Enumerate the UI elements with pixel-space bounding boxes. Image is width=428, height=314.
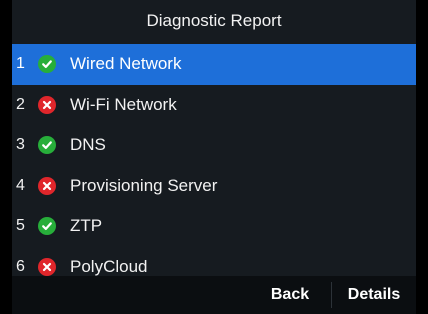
- item-label: Provisioning Server: [70, 175, 218, 195]
- list-item-dns[interactable]: 3 DNS: [12, 125, 416, 166]
- diagnostic-list: 1 Wired Network 2 Wi-Fi Network 3 DNS 4 …: [12, 44, 416, 287]
- screen-frame: Diagnostic Report 1 Wired Network 2 Wi-F…: [12, 0, 416, 314]
- x-circle-icon: [38, 95, 56, 114]
- list-item-wifi-network[interactable]: 2 Wi-Fi Network: [12, 85, 416, 126]
- back-button[interactable]: Back: [249, 276, 331, 314]
- item-label: ZTP: [70, 216, 103, 236]
- item-number: 1: [16, 55, 25, 73]
- x-circle-icon: [38, 176, 56, 195]
- check-circle-icon: [38, 55, 56, 74]
- x-circle-icon: [38, 257, 56, 276]
- list-item-provisioning-server[interactable]: 4 Provisioning Server: [12, 166, 416, 207]
- list-item-ztp[interactable]: 5 ZTP: [12, 206, 416, 247]
- item-label: Wired Network: [70, 54, 182, 74]
- check-circle-icon: [38, 217, 56, 236]
- item-number: 5: [16, 217, 25, 235]
- item-number: 6: [16, 257, 25, 275]
- check-circle-icon: [38, 136, 56, 155]
- list-item-wired-network[interactable]: 1 Wired Network: [12, 44, 416, 85]
- diagnostic-screen: Diagnostic Report 1 Wired Network 2 Wi-F…: [0, 0, 428, 314]
- item-label: DNS: [70, 135, 106, 155]
- item-label: Wi-Fi Network: [70, 94, 177, 114]
- item-number: 4: [16, 176, 25, 194]
- title-bar: Diagnostic Report: [12, 0, 416, 42]
- item-label: PolyCloud: [70, 256, 148, 276]
- details-button[interactable]: Details: [332, 276, 416, 314]
- softkey-bar: Back Details: [12, 276, 416, 314]
- page-title: Diagnostic Report: [146, 11, 282, 30]
- item-number: 3: [16, 136, 25, 154]
- item-number: 2: [16, 95, 25, 113]
